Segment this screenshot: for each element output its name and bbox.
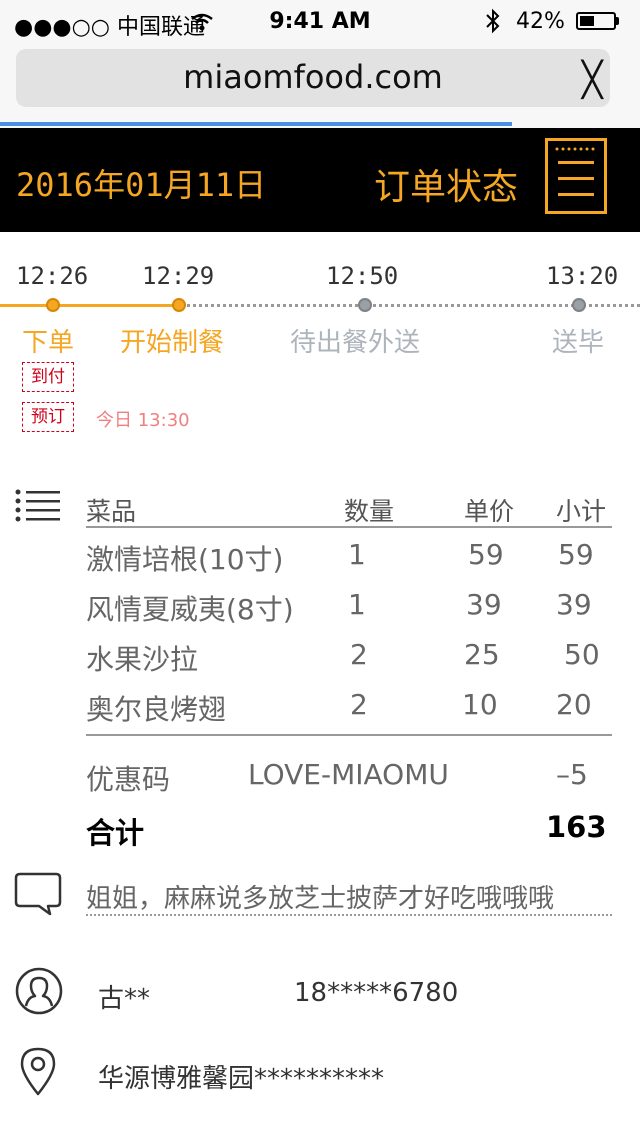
list-icon xyxy=(15,489,60,522)
step-dot-dispatch xyxy=(358,298,372,312)
column-header-price: 单价 xyxy=(464,497,515,526)
row-subtotal: 20 xyxy=(556,688,592,721)
close-icon[interactable]: ╳ xyxy=(582,60,602,100)
step-dot-cooking xyxy=(172,298,186,312)
step-label-ordered: 下单 xyxy=(22,328,75,358)
promo-code: LOVE-MIAOMU xyxy=(248,758,449,791)
bluetooth-icon xyxy=(486,8,500,34)
step-label-delivered: 送毕 xyxy=(552,328,605,358)
promo-discount: –5 xyxy=(556,758,588,791)
customer-name: 古** xyxy=(98,984,151,1014)
total-amount: 163 xyxy=(546,810,607,844)
promo-label: 优惠码 xyxy=(86,763,171,796)
row-dish: 水果沙拉 xyxy=(86,643,199,676)
speech-bubble-icon xyxy=(14,872,62,916)
page-load-progress xyxy=(0,122,512,126)
row-qty: 1 xyxy=(348,588,366,621)
step-time-ordered: 12:26 xyxy=(16,262,89,290)
row-dish: 风情夏威夷(8寸) xyxy=(86,593,294,626)
battery-icon xyxy=(576,12,616,30)
reservation-time: 今日 13:30 xyxy=(96,410,190,431)
customer-phone[interactable]: 18*****6780 xyxy=(294,978,458,1008)
row-price: 25 xyxy=(464,638,500,671)
location-pin-icon xyxy=(20,1047,56,1096)
row-subtotal: 59 xyxy=(558,538,594,571)
timeline-progress-done xyxy=(0,304,180,307)
timeline-progress-pending xyxy=(180,304,640,307)
status-bar: ●●●○○ 中国联通 9:41 AM 42% xyxy=(0,0,640,44)
header-divider xyxy=(86,526,612,528)
column-header-qty: 数量 xyxy=(344,497,395,526)
column-header-dish: 菜品 xyxy=(86,497,137,526)
row-price: 59 xyxy=(468,538,504,571)
row-subtotal: 39 xyxy=(556,588,592,621)
row-qty: 2 xyxy=(350,638,368,671)
row-dish: 激情培根(10寸) xyxy=(86,543,284,576)
receipt-menu-icon[interactable] xyxy=(545,138,607,214)
battery-tip xyxy=(616,17,619,25)
battery-percent: 42% xyxy=(516,9,565,34)
user-icon xyxy=(15,967,63,1015)
url-text[interactable]: miaomfood.com xyxy=(16,58,610,96)
row-price: 39 xyxy=(466,588,502,621)
row-qty: 1 xyxy=(348,538,366,571)
step-dot-ordered xyxy=(46,298,60,312)
total-label: 合计 xyxy=(86,816,145,850)
row-dish: 奥尔良烤翅 xyxy=(86,693,227,726)
page-title: 订单状态 xyxy=(374,167,519,208)
step-time-dispatch: 12:50 xyxy=(326,262,399,290)
order-date: 2016年01月11日 xyxy=(16,166,267,204)
step-label-cooking: 开始制餐 xyxy=(120,328,225,358)
order-note: 姐姐，麻麻说多放芝士披萨才好吃哦哦哦 xyxy=(86,884,555,914)
column-header-subtotal: 小计 xyxy=(556,497,607,526)
step-label-dispatch: 待出餐外送 xyxy=(290,328,421,358)
row-subtotal: 50 xyxy=(564,638,600,671)
row-qty: 2 xyxy=(350,688,368,721)
reservation-badge: 预订 xyxy=(22,402,74,432)
step-time-delivered: 13:20 xyxy=(546,262,619,290)
step-time-cooking: 12:29 xyxy=(142,262,215,290)
row-price: 10 xyxy=(462,688,498,721)
delivery-address: 华源博雅馨园********** xyxy=(98,1064,385,1094)
summary-divider xyxy=(86,734,612,736)
step-dot-delivered xyxy=(572,298,586,312)
cash-on-delivery-badge: 到付 xyxy=(22,362,74,392)
note-underline xyxy=(86,914,612,916)
